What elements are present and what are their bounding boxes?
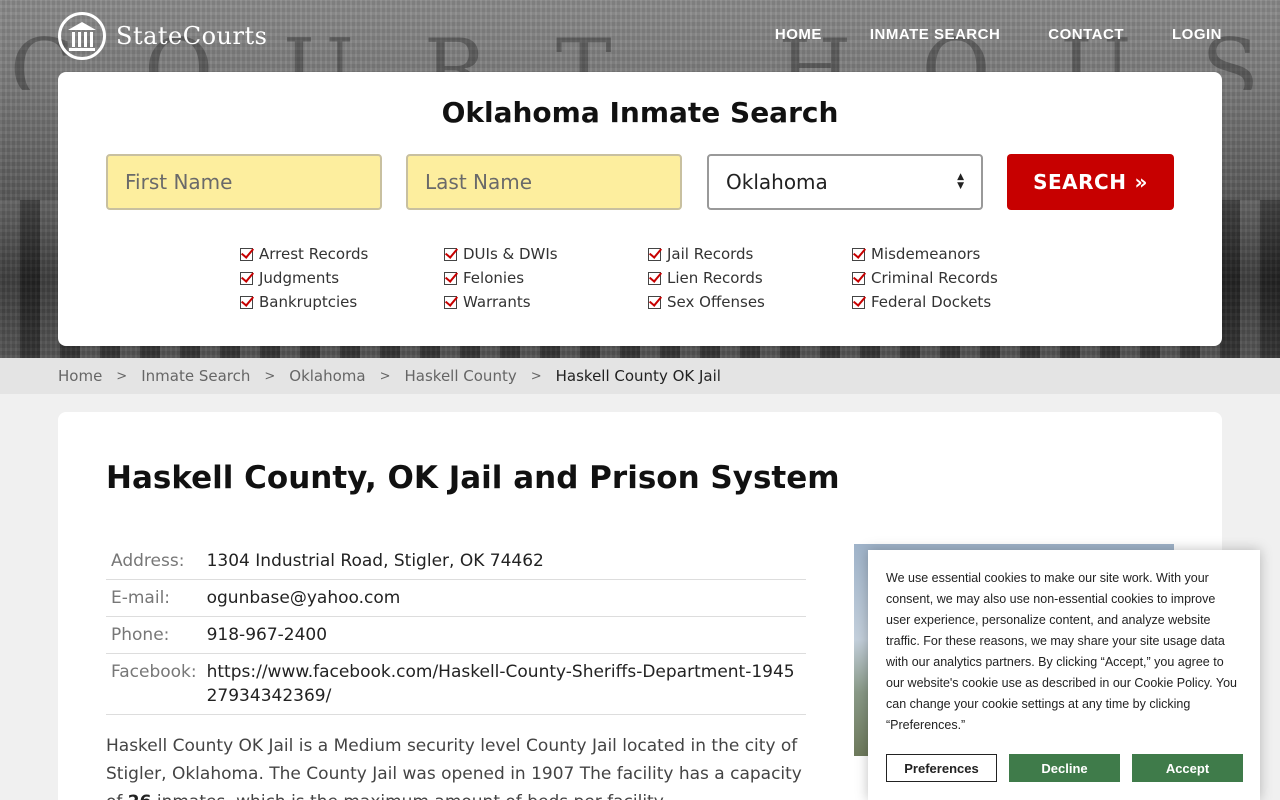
table-row: Address: 1304 Industrial Road, Stigler, … bbox=[106, 543, 806, 580]
search-card: Oklahoma Inmate Search First Name Last N… bbox=[58, 72, 1222, 346]
record-type-item: Sex Offenses bbox=[648, 293, 852, 311]
record-type-label: Federal Dockets bbox=[871, 293, 992, 311]
page-title: Haskell County, OK Jail and Prison Syste… bbox=[106, 460, 840, 496]
last-name-input[interactable]: Last Name bbox=[406, 154, 682, 210]
facebook-label: Facebook: bbox=[106, 653, 202, 715]
breadcrumb-home[interactable]: Home bbox=[58, 367, 102, 385]
logo-text: StateCourts bbox=[116, 22, 268, 50]
description-text: Haskell County OK Jail is a Medium secur… bbox=[106, 736, 802, 800]
record-type-label: Bankruptcies bbox=[259, 293, 358, 311]
search-title: Oklahoma Inmate Search bbox=[441, 96, 839, 129]
record-type-item: Felonies bbox=[444, 269, 648, 287]
table-row: Phone: 918-967-2400 bbox=[106, 616, 806, 654]
record-type-label: Lien Records bbox=[667, 269, 763, 287]
nav-contact[interactable]: CONTACT bbox=[1048, 26, 1124, 43]
email-link[interactable]: ogunbase@yahoo.com bbox=[207, 588, 401, 608]
chevron-right-icon: > bbox=[116, 368, 128, 384]
cookie-text-3: .” bbox=[957, 718, 966, 732]
checkbox-icon bbox=[240, 271, 253, 285]
checkbox-icon bbox=[852, 247, 865, 261]
record-type-item: Federal Dockets bbox=[852, 293, 1056, 311]
select-arrows-icon: ▲ ▼ bbox=[957, 172, 964, 191]
checkbox-icon bbox=[648, 271, 661, 285]
record-type-item: Jail Records bbox=[648, 245, 852, 263]
nav-inmate-search[interactable]: INMATE SEARCH bbox=[870, 26, 1000, 43]
preferences-button[interactable]: Preferences bbox=[886, 754, 997, 782]
record-type-item: Arrest Records bbox=[240, 245, 444, 263]
record-type-label: Misdemeanors bbox=[871, 245, 981, 263]
breadcrumb-current: Haskell County OK Jail bbox=[555, 367, 721, 385]
address-value: 1304 Industrial Road, Stigler, OK 74462 bbox=[201, 543, 806, 580]
record-type-label: Arrest Records bbox=[259, 245, 369, 263]
decline-button[interactable]: Decline bbox=[1009, 754, 1120, 782]
courthouse-icon bbox=[58, 12, 106, 60]
facility-info-table: Address: 1304 Industrial Road, Stigler, … bbox=[106, 543, 806, 715]
double-chevron-icon: » bbox=[1134, 170, 1148, 194]
phone-value: 918-967-2400 bbox=[201, 616, 806, 654]
checkbox-icon bbox=[444, 271, 457, 285]
first-name-placeholder: First Name bbox=[125, 170, 233, 194]
breadcrumb-haskell-county[interactable]: Haskell County bbox=[405, 367, 517, 385]
accept-button[interactable]: Accept bbox=[1132, 754, 1243, 782]
record-type-label: Felonies bbox=[463, 269, 525, 287]
chevron-right-icon: > bbox=[264, 368, 276, 384]
checkbox-icon bbox=[852, 295, 865, 309]
state-select[interactable]: Oklahoma ▲ ▼ bbox=[707, 154, 983, 210]
record-type-label: Judgments bbox=[259, 269, 340, 287]
chevron-right-icon: > bbox=[530, 368, 542, 384]
checkbox-icon bbox=[444, 295, 457, 309]
checkbox-icon bbox=[240, 247, 253, 261]
record-type-label: Warrants bbox=[463, 293, 531, 311]
address-label: Address: bbox=[106, 543, 202, 580]
breadcrumb: Home > Inmate Search > Oklahoma > Haskel… bbox=[0, 358, 1280, 394]
last-name-placeholder: Last Name bbox=[425, 170, 533, 194]
cookie-text: We use essential cookies to make our sit… bbox=[886, 568, 1242, 736]
state-select-value: Oklahoma bbox=[726, 170, 828, 194]
first-name-input[interactable]: First Name bbox=[106, 154, 382, 210]
record-type-item: Judgments bbox=[240, 269, 444, 287]
breadcrumb-inmate-search[interactable]: Inmate Search bbox=[141, 367, 250, 385]
record-type-item: DUIs & DWIs bbox=[444, 245, 648, 263]
cookie-buttons: Preferences Decline Accept bbox=[886, 754, 1243, 782]
phone-label: Phone: bbox=[106, 616, 202, 654]
checkbox-icon bbox=[852, 271, 865, 285]
nav-home[interactable]: HOME bbox=[775, 26, 822, 43]
record-type-item: Criminal Records bbox=[852, 269, 1056, 287]
cookie-policy-link[interactable]: Cookie Policy bbox=[1134, 676, 1209, 690]
record-type-item: Misdemeanors bbox=[852, 245, 1056, 263]
capacity-value: 26 bbox=[128, 792, 152, 800]
search-button-label: SEARCH bbox=[1033, 170, 1127, 194]
record-type-label: Sex Offenses bbox=[667, 293, 765, 311]
record-types-list: Arrest Records DUIs & DWIs Jail Records … bbox=[240, 245, 1056, 311]
checkbox-icon bbox=[648, 295, 661, 309]
cookie-banner: We use essential cookies to make our sit… bbox=[868, 550, 1260, 800]
description-text-end: inmates, which is the maximum amount of … bbox=[151, 792, 667, 800]
preferences-link[interactable]: Preferences bbox=[890, 718, 957, 732]
checkbox-icon bbox=[444, 247, 457, 261]
facility-description: Haskell County OK Jail is a Medium secur… bbox=[106, 732, 806, 800]
record-type-label: DUIs & DWIs bbox=[463, 245, 558, 263]
record-type-label: Jail Records bbox=[667, 245, 754, 263]
checkbox-icon bbox=[648, 247, 661, 261]
table-row: Facebook: https://www.facebook.com/Haske… bbox=[106, 653, 806, 715]
record-type-item: Lien Records bbox=[648, 269, 852, 287]
main-nav: HOME INMATE SEARCH CONTACT LOGIN bbox=[775, 26, 1222, 43]
record-type-item: Bankruptcies bbox=[240, 293, 444, 311]
nav-login[interactable]: LOGIN bbox=[1172, 26, 1222, 43]
facebook-link[interactable]: https://www.facebook.com/Haskell-County-… bbox=[207, 662, 795, 706]
email-label: E-mail: bbox=[106, 579, 202, 617]
chevron-right-icon: > bbox=[379, 368, 391, 384]
cookie-text-1: We use essential cookies to make our sit… bbox=[886, 571, 1225, 690]
search-button[interactable]: SEARCH » bbox=[1007, 154, 1174, 210]
record-type-item: Warrants bbox=[444, 293, 648, 311]
record-type-label: Criminal Records bbox=[871, 269, 998, 287]
table-row: E-mail: ogunbase@yahoo.com bbox=[106, 579, 806, 617]
site-logo[interactable]: StateCourts bbox=[58, 12, 267, 60]
breadcrumb-oklahoma[interactable]: Oklahoma bbox=[289, 367, 365, 385]
checkbox-icon bbox=[240, 295, 253, 309]
